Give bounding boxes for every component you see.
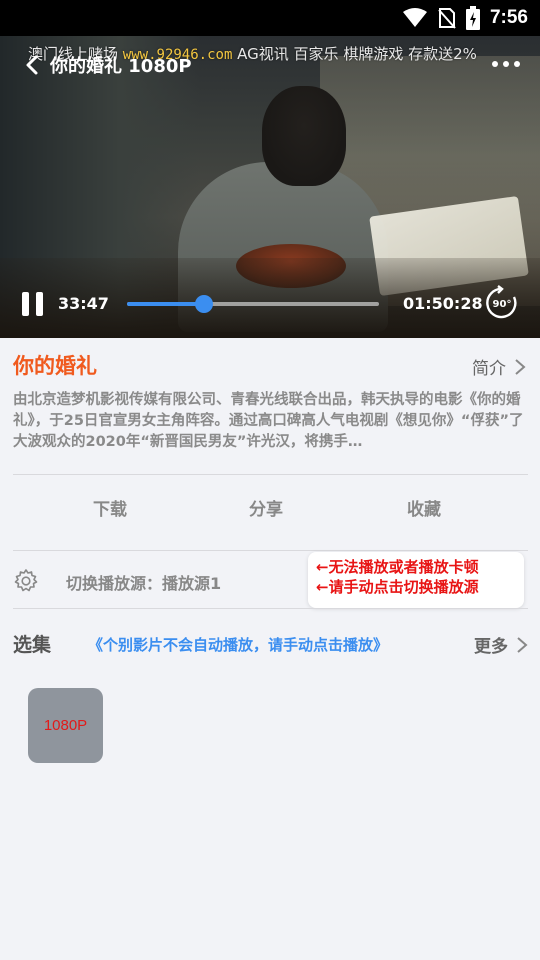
more-options-icon[interactable] — [490, 54, 522, 74]
no-sim-icon — [438, 8, 456, 29]
gear-icon — [14, 569, 38, 592]
current-time: 33:47 — [58, 294, 109, 313]
rotate-90-icon[interactable]: 90° — [484, 285, 520, 321]
intro-link[interactable]: 简介 — [472, 354, 526, 379]
episode-label: 1080P — [43, 717, 88, 734]
episodes-note: 《个别影片不会自动播放，请手动点击播放》 — [88, 636, 389, 654]
back-arrow-icon[interactable] — [22, 54, 44, 76]
intro-label: 简介 — [472, 359, 506, 379]
status-bar: 7:56 — [0, 0, 540, 36]
player-controls: 33:47 01:50:28 90° — [0, 284, 540, 320]
divider — [13, 550, 528, 551]
battery-charging-icon — [465, 6, 480, 30]
episodes-header: 选集 《个别影片不会自动播放，请手动点击播放》 更多 — [13, 628, 528, 664]
clock: 7:56 — [489, 7, 528, 28]
player-top-bar: 你的婚礼 1080P — [0, 50, 540, 82]
divider — [13, 474, 528, 475]
video-player[interactable]: 澳门线上赌场 www.92946.com AG视讯 百家乐 棋牌游戏 存款送2%… — [0, 36, 540, 338]
download-button[interactable]: 下载 — [93, 495, 127, 520]
video-title: 你的婚礼 1080P — [50, 56, 192, 77]
episode-button[interactable]: 1080P — [28, 688, 103, 763]
divider — [13, 608, 528, 609]
progress-fill — [127, 302, 204, 306]
chevron-right-icon — [515, 358, 526, 375]
progress-bar[interactable] — [127, 295, 379, 313]
source-tip-line-2: ←请手动点击切换播放源 — [316, 578, 479, 596]
progress-thumb[interactable] — [194, 295, 213, 313]
episodes-title: 选集 — [13, 634, 52, 656]
source-label: 切换播放源：播放源1 — [66, 574, 222, 593]
movie-title: 你的婚礼 — [13, 354, 97, 378]
switch-source-row[interactable]: 切换播放源：播放源1 ←无法播放或者播放卡顿 ←请手动点击切换播放源 — [13, 552, 528, 608]
pause-icon[interactable] — [22, 292, 44, 316]
movie-description: 由北京造梦机影视传媒有限公司、青春光线联合出品，韩天执导的电影《你的婚礼》，于2… — [13, 392, 524, 450]
total-time: 01:50:28 — [403, 294, 483, 313]
source-tip: ←无法播放或者播放卡顿 ←请手动点击切换播放源 — [308, 552, 524, 608]
more-label: 更多 — [474, 637, 508, 657]
wifi-icon — [402, 8, 427, 27]
action-bar: 下载 分享 收藏 — [13, 483, 528, 533]
favorite-button[interactable]: 收藏 — [407, 495, 441, 520]
more-episodes-link[interactable]: 更多 — [474, 632, 528, 657]
chevron-right-icon — [517, 636, 528, 653]
movie-info: 你的婚礼 简介 由北京造梦机影视传媒有限公司、青春光线联合出品，韩天执导的电影《… — [0, 338, 540, 960]
source-tip-line-1: ←无法播放或者播放卡顿 — [316, 558, 479, 576]
rotate-label: 90° — [493, 299, 512, 310]
share-button[interactable]: 分享 — [249, 495, 283, 520]
video-frame-head — [262, 86, 346, 186]
